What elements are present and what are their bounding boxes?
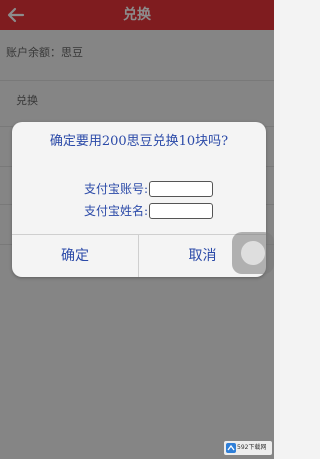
assist-dot-icon <box>241 241 265 265</box>
alipay-name-label: 支付宝姓名: <box>83 204 148 218</box>
alipay-account-row: 支付宝账号: <box>12 180 266 198</box>
alipay-account-label: 支付宝账号: <box>83 182 148 196</box>
watermark-logo-icon <box>226 443 236 453</box>
dialog-button-bar: 确定 取消 <box>12 234 266 277</box>
dialog-message: 确定要用200思豆兑换10块吗? <box>49 134 229 149</box>
confirm-button[interactable]: 确定 <box>12 235 139 277</box>
watermark-text: 592下载网 <box>237 444 267 451</box>
floating-assist-button[interactable] <box>232 232 274 274</box>
watermark: 592下载网 <box>224 441 272 455</box>
alipay-account-input[interactable] <box>149 181 213 197</box>
alipay-name-input[interactable] <box>149 203 213 219</box>
exchange-confirm-dialog: 确定要用200思豆兑换10块吗? 支付宝账号: 支付宝姓名: 确定 取消 <box>12 122 266 277</box>
alipay-name-row: 支付宝姓名: <box>12 202 266 220</box>
